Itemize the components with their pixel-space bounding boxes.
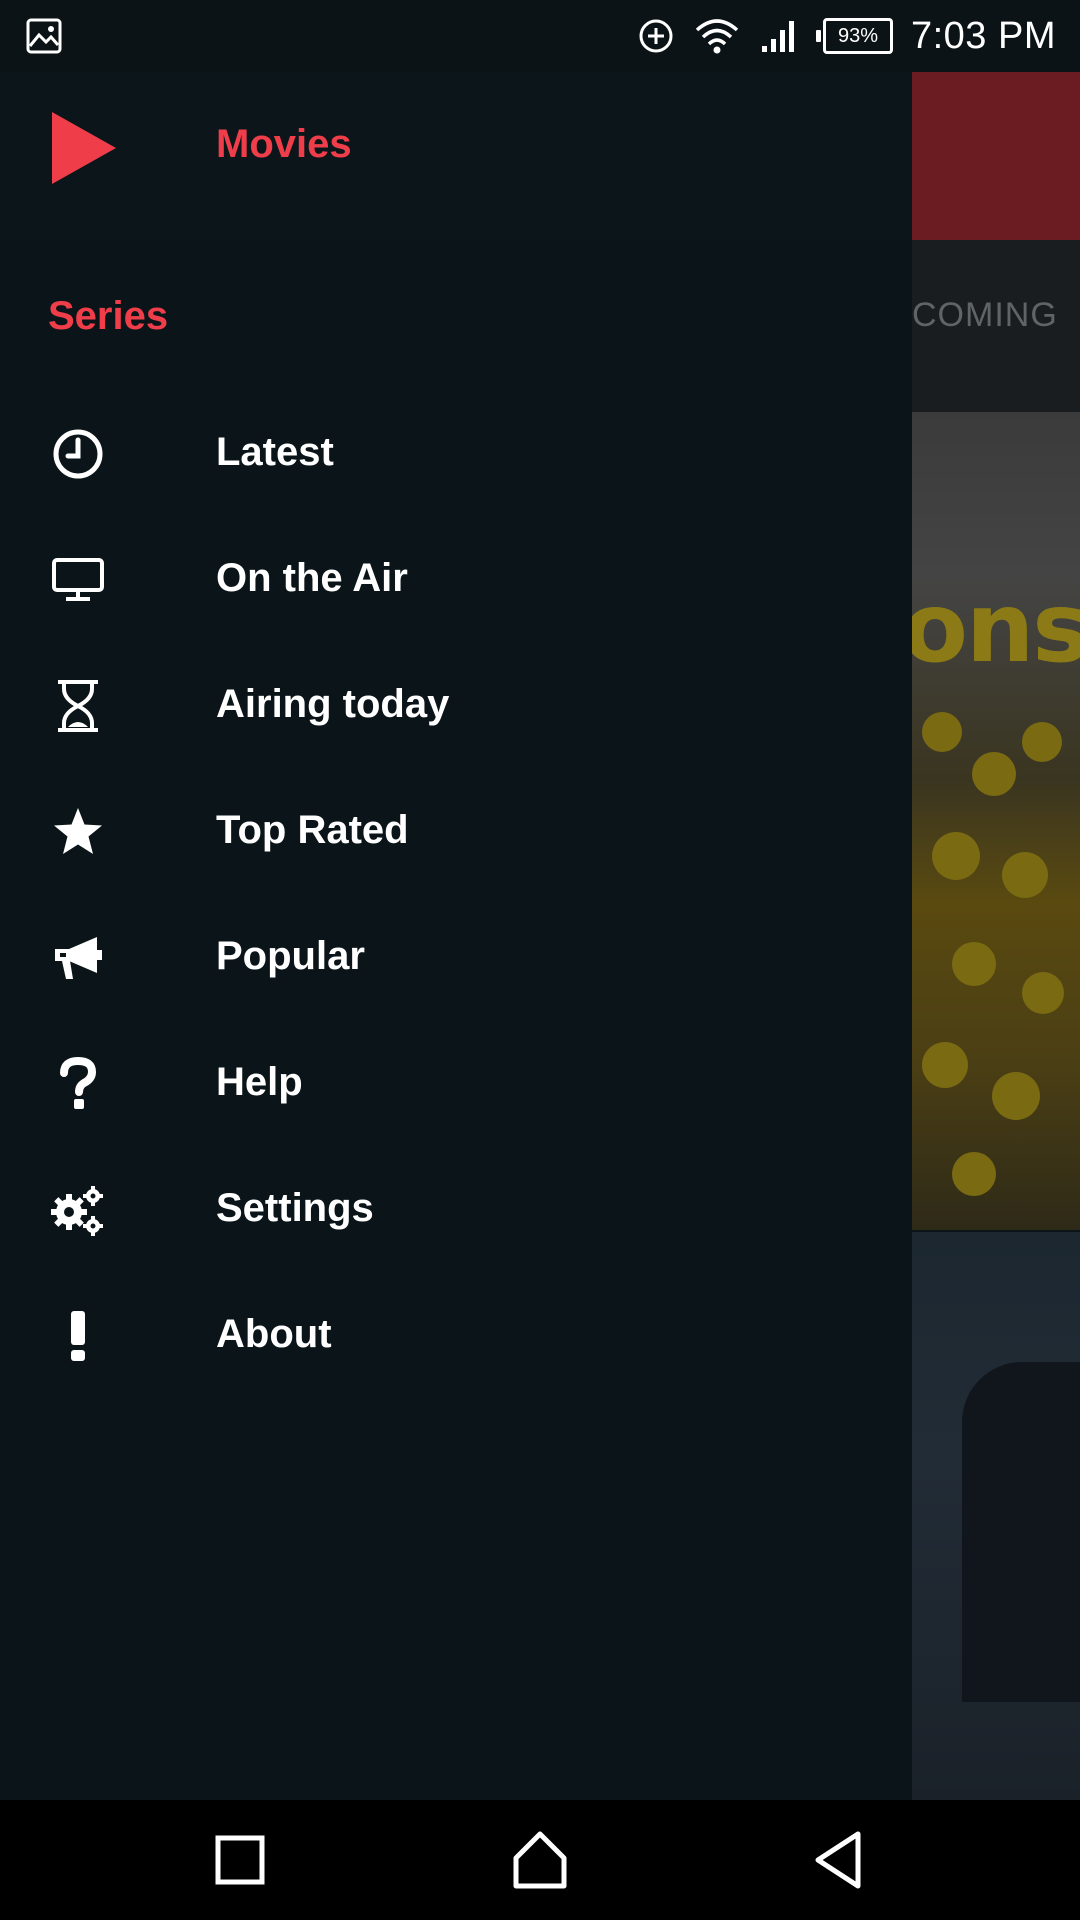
recents-button[interactable] — [208, 1828, 272, 1892]
menu-label: Latest — [216, 430, 334, 474]
system-navigation-bar — [0, 1800, 1080, 1920]
clock-icon — [50, 426, 106, 482]
menu-item-airing-today[interactable]: Airing today — [0, 642, 912, 768]
exclamation-icon — [50, 1308, 106, 1364]
drawer-title: Movies — [216, 122, 352, 166]
navigation-drawer: Movies Series Latest On the Air Airing t… — [0, 72, 912, 1800]
star-icon — [50, 804, 106, 860]
menu-label: Top Rated — [216, 808, 409, 852]
menu-label: On the Air — [216, 556, 408, 600]
drawer-header-movies[interactable]: Movies — [0, 72, 912, 240]
cell-signal-icon — [761, 21, 794, 52]
battery-icon: 93% — [815, 18, 893, 54]
poster-title-text: ons — [912, 572, 1080, 684]
status-bar: 93% 7:03 PM — [0, 0, 1080, 72]
menu-label: Settings — [216, 1186, 374, 1230]
menu-item-popular[interactable]: Popular — [0, 894, 912, 1020]
gears-icon — [50, 1182, 106, 1238]
app-tabs: COMING — [912, 240, 1080, 412]
battery-level: 93% — [822, 18, 893, 54]
question-icon — [50, 1056, 106, 1112]
clock-time: 7:03 PM — [910, 14, 1056, 57]
wifi-icon — [695, 19, 739, 54]
menu-label: Airing today — [216, 682, 450, 726]
megaphone-icon — [50, 930, 106, 986]
hourglass-icon — [50, 678, 106, 734]
menu-item-top-rated[interactable]: Top Rated — [0, 768, 912, 894]
back-button[interactable] — [808, 1828, 872, 1892]
app-toolbar — [912, 72, 1080, 240]
section-header-series: Series — [48, 294, 169, 338]
image-icon — [26, 18, 62, 54]
monitor-icon — [50, 552, 106, 608]
movie-poster[interactable] — [912, 1232, 1080, 1800]
background-app: COMING ons — [912, 72, 1080, 1800]
menu-item-settings[interactable]: Settings — [0, 1146, 912, 1272]
menu-label: Help — [216, 1060, 303, 1104]
menu-item-about[interactable]: About — [0, 1272, 912, 1398]
menu-label: About — [216, 1312, 332, 1356]
movie-poster[interactable]: ons — [912, 412, 1080, 1230]
tab-upcoming[interactable]: COMING — [912, 296, 1058, 335]
home-button[interactable] — [508, 1828, 572, 1892]
menu-item-latest[interactable]: Latest — [0, 390, 912, 516]
play-icon — [52, 112, 116, 184]
menu-label: Popular — [216, 934, 365, 978]
menu-item-help[interactable]: Help — [0, 1020, 912, 1146]
menu-item-on-the-air[interactable]: On the Air — [0, 516, 912, 642]
data-saver-icon — [639, 19, 673, 53]
